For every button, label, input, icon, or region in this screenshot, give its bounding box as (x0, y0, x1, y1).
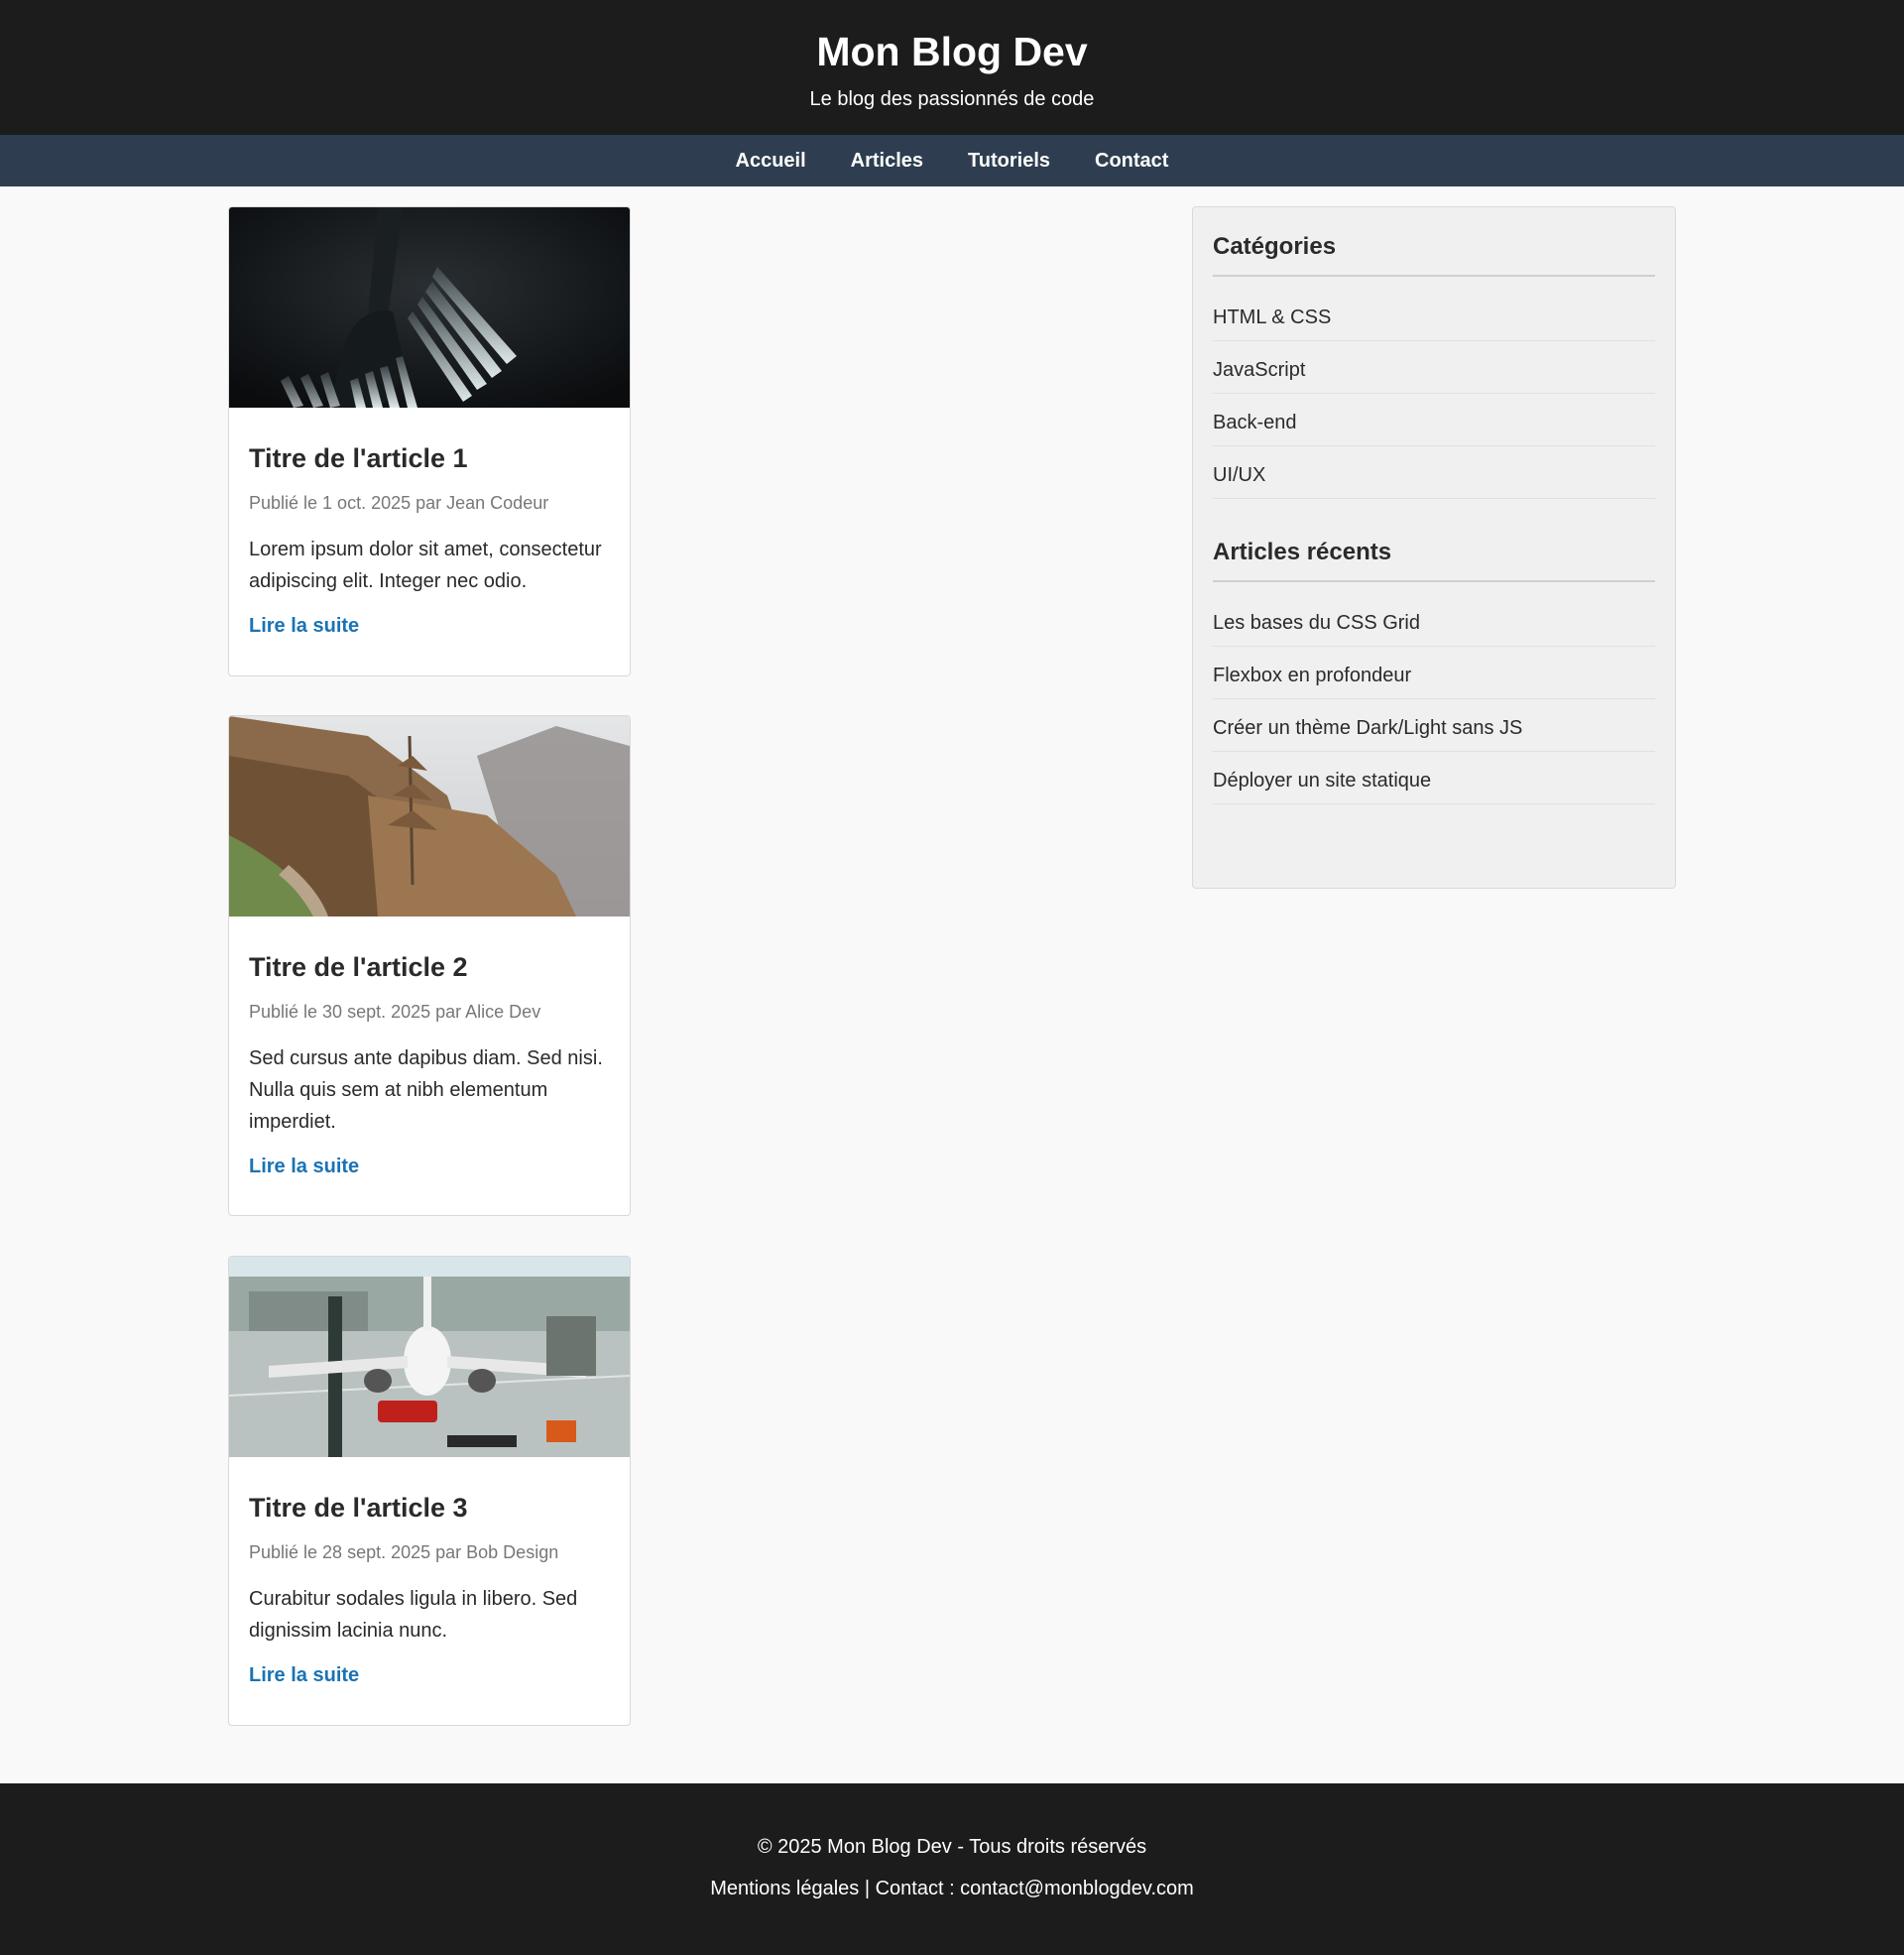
site-header: Mon Blog Dev Le blog des passionnés de c… (0, 0, 1904, 135)
sidebar: Catégories HTML & CSS JavaScript Back-en… (1192, 206, 1676, 889)
nav-link-contact[interactable]: Contact (1095, 149, 1168, 173)
recent-article-item[interactable]: Créer un thème Dark/Light sans JS (1213, 699, 1655, 752)
recent-article-item[interactable]: Les bases du CSS Grid (1213, 594, 1655, 647)
article-title[interactable]: Titre de l'article 3 (249, 1492, 610, 1524)
card-body: Titre de l'article 3 Publié le 28 sept. … (229, 1492, 630, 1687)
categories-title: Catégories (1213, 233, 1655, 277)
article-card: Titre de l'article 1 Publié le 1 oct. 20… (228, 206, 631, 676)
category-item[interactable]: Back-end (1213, 394, 1655, 446)
nav-link-articles[interactable]: Articles (851, 149, 923, 173)
recent-articles-widget: Articles récents Les bases du CSS Grid F… (1213, 539, 1655, 804)
category-item[interactable]: JavaScript (1213, 341, 1655, 394)
article-meta: Publié le 1 oct. 2025 par Jean Codeur (249, 493, 549, 513)
category-item[interactable]: UI/UX (1213, 446, 1655, 499)
site-footer: © 2025 Mon Blog Dev - Tous droits réserv… (0, 1783, 1904, 1955)
categories-widget: Catégories HTML & CSS JavaScript Back-en… (1213, 233, 1655, 499)
article-title[interactable]: Titre de l'article 1 (249, 442, 610, 474)
article-excerpt: Curabitur sodales ligula in libero. Sed … (249, 1588, 578, 1642)
read-more-link[interactable]: Lire la suite (249, 1663, 610, 1687)
airplane-photo[interactable] (229, 1257, 630, 1457)
category-item[interactable]: HTML & CSS (1213, 289, 1655, 341)
article-meta: Publié le 30 sept. 2025 par Alice Dev (249, 1002, 541, 1022)
recent-articles-list: Les bases du CSS Grid Flexbox en profond… (1213, 594, 1655, 804)
card-body: Titre de l'article 1 Publié le 1 oct. 20… (229, 442, 630, 638)
nav-link-tutoriels[interactable]: Tutoriels (968, 149, 1050, 173)
main-nav: Accueil Articles Tutoriels Contact (0, 135, 1904, 186)
footer-copyright: © 2025 Mon Blog Dev - Tous droits réserv… (757, 1836, 1147, 1858)
card-body: Titre de l'article 2 Publié le 30 sept. … (229, 951, 630, 1178)
article-excerpt: Lorem ipsum dolor sit amet, consectetur … (249, 539, 602, 592)
recent-article-item[interactable]: Déployer un site statique (1213, 752, 1655, 804)
article-card: Titre de l'article 2 Publié le 30 sept. … (228, 715, 631, 1216)
footer-legal[interactable]: Mentions légales | Contact : contact@mon… (0, 1877, 1904, 1900)
article-meta: Publié le 28 sept. 2025 par Bob Design (249, 1542, 559, 1562)
site-title[interactable]: Mon Blog Dev (0, 28, 1904, 75)
recent-articles-title: Articles récents (1213, 539, 1655, 582)
site-tagline: Le blog des passionnés de code (809, 88, 1095, 110)
recent-article-item[interactable]: Flexbox en profondeur (1213, 647, 1655, 699)
read-more-link[interactable]: Lire la suite (249, 614, 610, 638)
misty-forest-photo[interactable] (229, 716, 630, 916)
article-title[interactable]: Titre de l'article 2 (249, 951, 610, 983)
article-excerpt: Sed cursus ante dapibus diam. Sed nisi. … (249, 1047, 603, 1133)
read-more-link[interactable]: Lire la suite (249, 1155, 610, 1178)
nav-link-accueil[interactable]: Accueil (736, 149, 806, 173)
forks-photo[interactable] (229, 207, 630, 408)
article-card: Titre de l'article 3 Publié le 28 sept. … (228, 1256, 631, 1726)
categories-list: HTML & CSS JavaScript Back-end UI/UX (1213, 289, 1655, 499)
